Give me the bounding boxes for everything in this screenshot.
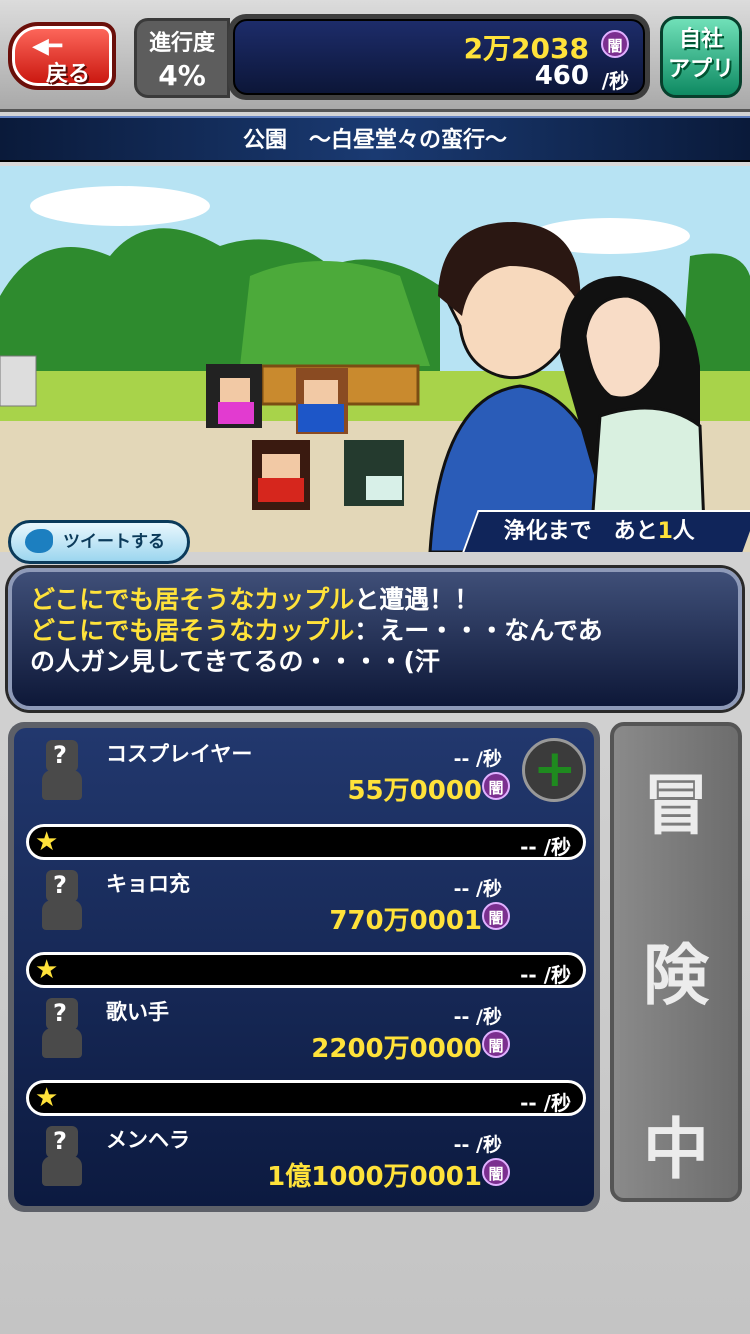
bonus-rate: -- /秒 (520, 1091, 571, 1115)
unit-cost: 2200万0000 (311, 1034, 482, 1064)
darkness-rate: 460 (534, 61, 589, 91)
remaining-count: 1 (657, 519, 673, 544)
bonus-bar: ★ -- /秒 (26, 824, 586, 860)
unit-row-cosplayer: ? コスプレイヤー -- /秒 55万0000 闇 + (14, 732, 594, 828)
plus-icon: + (533, 739, 577, 799)
unknown-character-icon: ? (42, 870, 82, 936)
back-button[interactable]: ◀━ 戻る (8, 22, 116, 90)
side-char-2: 険 (643, 937, 709, 1014)
company-apps-button[interactable]: 自社 アプリ (660, 16, 742, 98)
adventure-in-progress-button[interactable]: 冒 険 中 (610, 722, 742, 1202)
message-speaker-1: どこにでも居そうなカップル (30, 585, 355, 614)
darkness-icon: 闇 (482, 772, 510, 800)
unit-rate: -- /秒 (453, 878, 502, 900)
unit-list: ? コスプレイヤー -- /秒 55万0000 闇 + ★ -- /秒 ? キョ… (8, 722, 600, 1212)
star-icon: ★ (35, 1083, 59, 1113)
side-char-3: 中 (643, 1111, 709, 1188)
park-scene (0, 166, 750, 552)
message-box: どこにでも居そうなカップルと遭遇！！ どこにでも居そうなカップル：えー・・・なん… (8, 568, 742, 710)
unit-rate: -- /秒 (453, 748, 502, 770)
remaining-prefix: 浄化まで あと (503, 519, 658, 544)
game-screen: ◀━ 戻る 進行度 4% 2万2038 闇 460 /秒 自社 アプリ 公園 ～… (0, 0, 750, 1334)
remaining-count-banner: 浄化まで あと1人 (462, 510, 750, 552)
unit-row-utaite: ? 歌い手 -- /秒 2200万0000 闇 (14, 990, 594, 1086)
app-label-2: アプリ (667, 57, 734, 82)
top-bar: ◀━ 戻る 進行度 4% 2万2038 闇 460 /秒 自社 アプリ (0, 0, 750, 112)
unit-cost: 55万0000 (347, 776, 482, 806)
side-char-1: 冒 (643, 767, 709, 844)
unit-rate: -- /秒 (453, 1006, 502, 1028)
progress-value: 4% (158, 59, 206, 92)
bonus-bar: ★ -- /秒 (26, 952, 586, 988)
star-icon: ★ (35, 955, 59, 985)
unknown-character-icon: ? (42, 1126, 82, 1192)
unknown-character-icon: ? (42, 740, 82, 806)
unit-cost: 770万0001 (329, 906, 482, 936)
stage-title: 公園 ～白昼堂々の蛮行～ (0, 116, 750, 162)
unit-cost: 1億1000万0001 (267, 1162, 482, 1192)
rate-unit: /秒 (601, 69, 629, 93)
unit-name: 歌い手 (106, 1000, 169, 1024)
darkness-icon: 闇 (482, 902, 510, 930)
progress-box: 進行度 4% (134, 18, 230, 98)
buy-unit-button[interactable]: + (522, 738, 586, 802)
bonus-bar: ★ -- /秒 (26, 1080, 586, 1116)
unit-name: メンヘラ (106, 1128, 190, 1152)
unknown-character-icon: ? (42, 998, 82, 1064)
darkness-icon: 闇 (601, 30, 629, 58)
progress-label: 進行度 (148, 31, 215, 56)
darkness-icon: 闇 (482, 1158, 510, 1186)
message-text-2: ：えー・・・なんであ (354, 616, 603, 645)
star-icon: ★ (35, 827, 59, 857)
app-label-1: 自社 (678, 27, 723, 52)
unit-row-menhera: ? メンヘラ -- /秒 1億1000万0001 闇 (14, 1118, 594, 1214)
unit-row-kyorojuu: ? キョロ充 -- /秒 770万0001 闇 (14, 862, 594, 958)
bonus-rate: -- /秒 (520, 963, 571, 987)
darkness-counter: 2万2038 闇 460 /秒 (228, 14, 650, 100)
message-speaker-2: どこにでも居そうなカップル (30, 616, 355, 645)
remaining-suffix: 人 (672, 519, 695, 544)
unit-name: キョロ充 (106, 872, 190, 896)
back-label: 戻る (46, 62, 91, 87)
tweet-label: ツイートする (63, 532, 165, 552)
unit-name: コスプレイヤー (106, 742, 253, 766)
bird-icon (25, 529, 53, 553)
message-text-1: と遭遇！！ (354, 585, 480, 614)
unit-rate: -- /秒 (453, 1134, 502, 1156)
park-scene-art (0, 166, 750, 552)
bonus-rate: -- /秒 (520, 835, 571, 859)
tweet-button[interactable]: ツイートする (8, 520, 190, 564)
message-text-3: の人ガン見してきてるの・・・・(汗 (30, 647, 440, 676)
darkness-icon: 闇 (482, 1030, 510, 1058)
